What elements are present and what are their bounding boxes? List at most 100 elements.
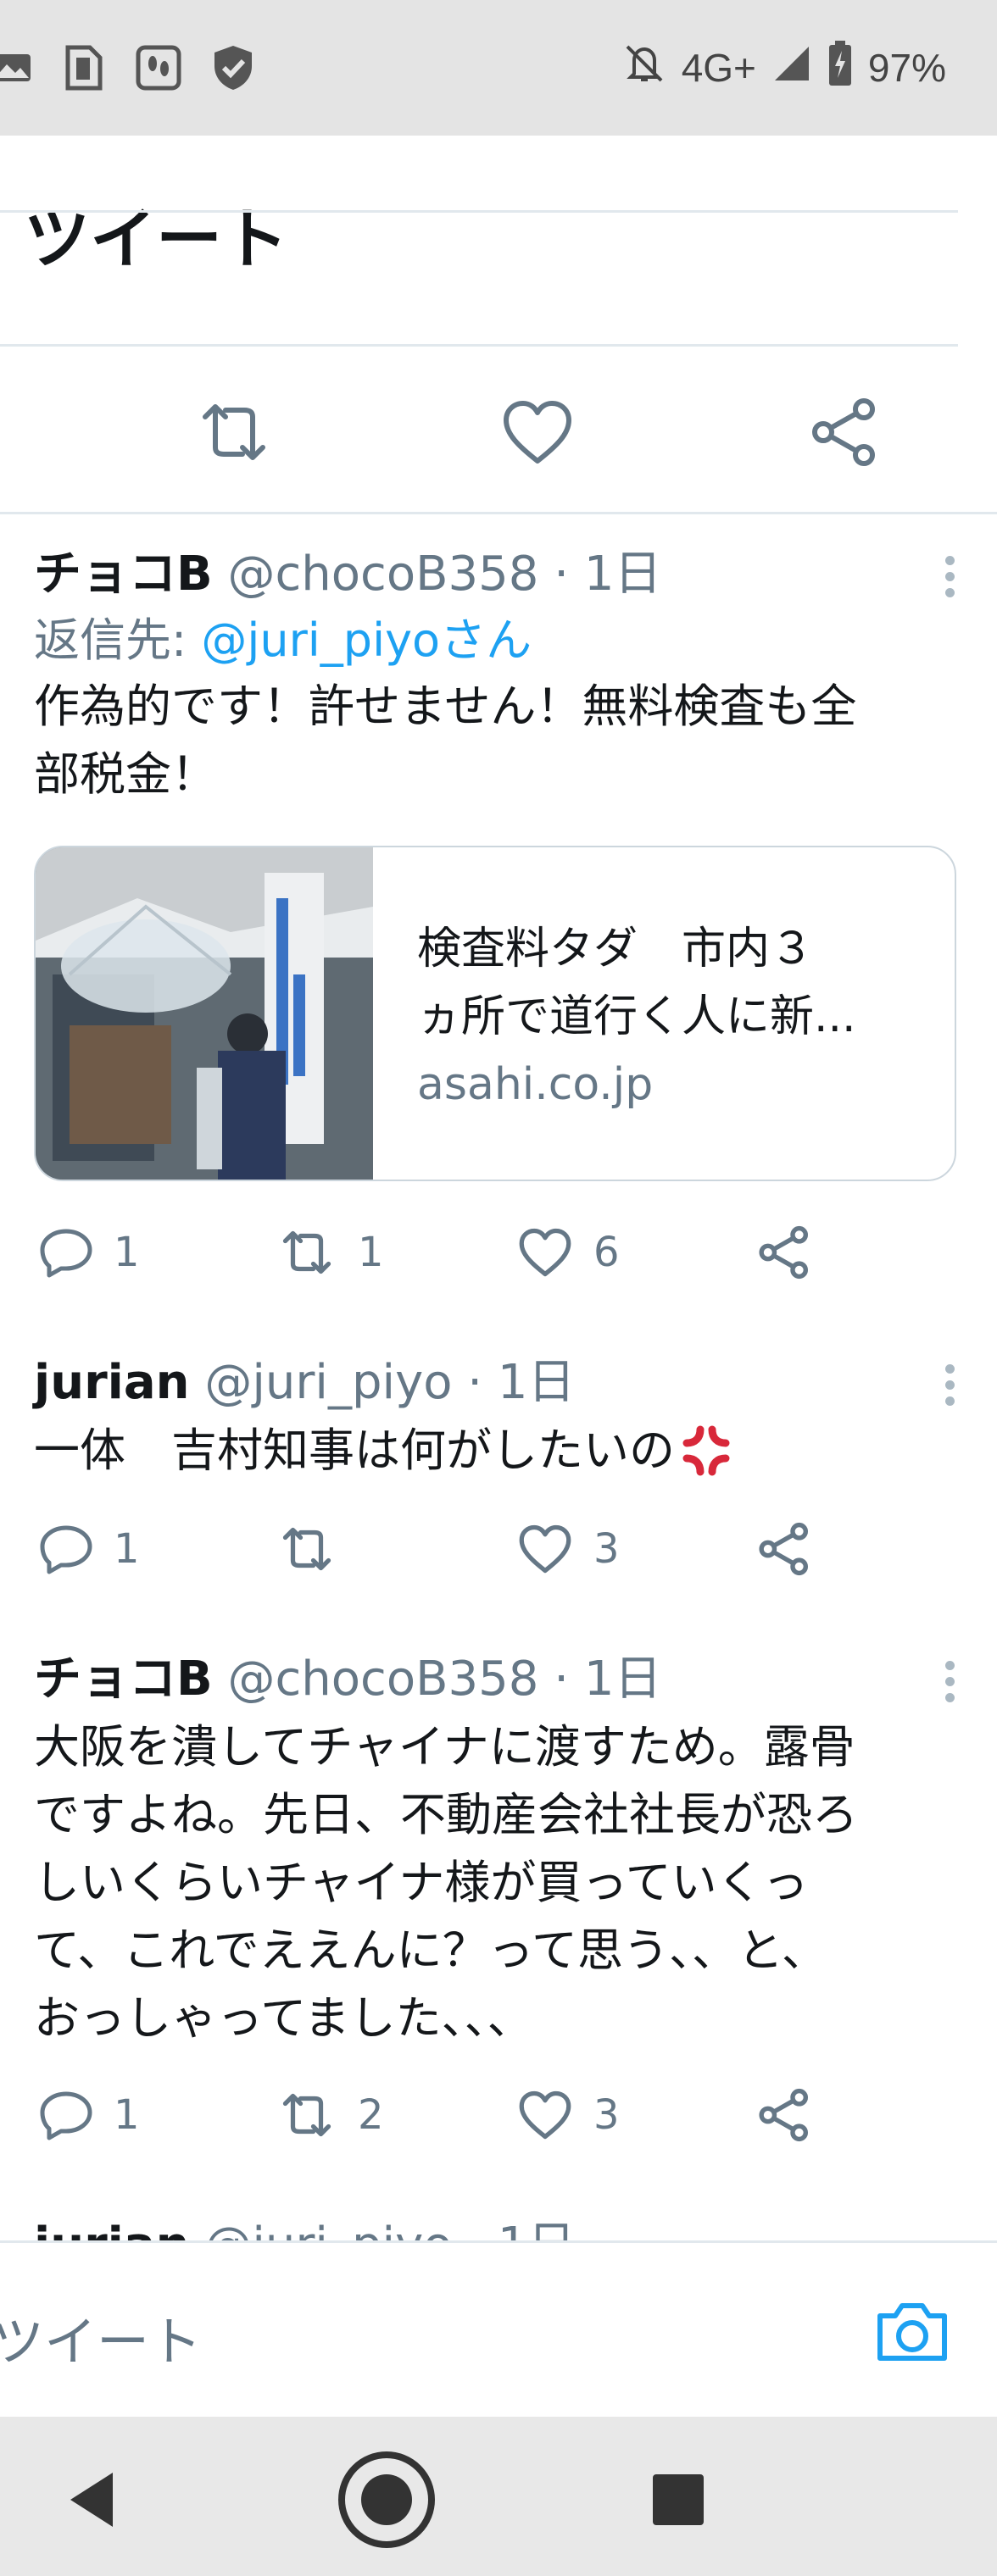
like-button[interactable]: 3 [517, 2081, 620, 2149]
tweet-text-line: 一体 吉村知事は何がしたいの [34, 1424, 675, 1477]
battery-icon [827, 40, 853, 96]
author-name[interactable]: チョコB [34, 1652, 213, 1707]
reply-tweet[interactable]: チョコB @chocoB358 · 1日 返信先: @juri_piyoさん 作… [34, 541, 966, 808]
tweet-header: jurian @juri_piyo · 1日 [34, 2212, 966, 2240]
status-bar: 4G+ 97% [0, 0, 997, 136]
reply-icon [40, 1525, 92, 1574]
like-button[interactable]: 6 [517, 1219, 620, 1286]
reply-tweet[interactable]: jurian @juri_piyo · 1日 一体 吉村知事は何がしたいの [34, 1349, 966, 1485]
separator-dot: · [554, 547, 570, 602]
home-icon [338, 2451, 435, 2548]
share-button[interactable] [756, 1219, 812, 1286]
tweet-text-line: 作為的です！許せません！無料検査も全 [34, 680, 857, 733]
reply-tweet[interactable]: チョコB @chocoB358 · 1日 大阪を潰してチャイナに渡すため。露骨 … [34, 1646, 966, 2052]
separator-dot: · [467, 2218, 482, 2240]
sim-icon [59, 43, 109, 92]
like-button[interactable]: 3 [517, 1515, 620, 1583]
recents-button[interactable] [627, 2449, 729, 2551]
tweet-menu-button[interactable] [933, 1359, 966, 1410]
reply-icon [40, 1229, 92, 1278]
author-handle[interactable]: @chocoB358 [228, 1652, 539, 1707]
tweet-menu-button[interactable] [933, 1656, 966, 1707]
retweet-count: 2 [358, 2091, 384, 2139]
compose-placeholder[interactable]: ツイート [0, 2299, 202, 2375]
retweet-icon [203, 404, 265, 460]
reply-prefix: 返信先: [34, 613, 202, 667]
reply-tweet[interactable]: jurian @juri_piyo · 1日 [34, 2212, 966, 2240]
image-icon [0, 43, 34, 92]
share-icon [812, 398, 875, 466]
retweet-count: 1 [358, 1229, 384, 1276]
mute-icon [622, 42, 666, 95]
tweet-header: チョコB @chocoB358 · 1日 [34, 1646, 966, 1713]
network-type: 4G+ [681, 46, 756, 90]
reply-icon [40, 2091, 92, 2140]
signal-icon [771, 43, 812, 93]
reply-to-link[interactable]: @juri_piyoさん [201, 613, 532, 667]
share-icon [759, 2088, 809, 2142]
separator-dot: · [554, 1652, 570, 1707]
tweet-time: 1日 [583, 547, 662, 602]
like-count: 6 [593, 1229, 620, 1276]
author-name[interactable]: jurian [34, 2218, 190, 2240]
reply-count: 1 [114, 1525, 140, 1573]
system-nav-bar [0, 2417, 997, 2576]
tweet-time: 1日 [497, 1355, 576, 1410]
retweet-button[interactable] [276, 1515, 358, 1583]
retweet-icon [282, 2093, 331, 2137]
like-button[interactable] [497, 391, 578, 473]
share-button[interactable] [756, 1515, 812, 1583]
tweet-text-line: ですよね。先日、不動産会社社長が恐ろ [34, 1788, 858, 1841]
share-button[interactable] [804, 391, 885, 473]
separator-dot: · [467, 1355, 483, 1410]
home-button[interactable] [336, 2449, 437, 2551]
shield-icon [209, 43, 258, 92]
link-card[interactable]: 検査料タダ 市内３ ヵ所で道行く人に新... asahi.co.jp [34, 846, 956, 1181]
divider [0, 512, 997, 514]
tweet-header: jurian @juri_piyo · 1日 [34, 1349, 966, 1417]
author-name[interactable]: チョコB [34, 547, 213, 602]
share-button[interactable] [756, 2081, 812, 2149]
reply-count: 1 [114, 2091, 140, 2139]
tweet-header: チョコB @chocoB358 · 1日 [34, 541, 966, 608]
share-icon [759, 1225, 809, 1280]
main-tweet-actions [0, 347, 997, 514]
tweet-actions: 1 3 [34, 1515, 966, 1583]
header: ツイート [0, 136, 997, 347]
tweet-text-line: おっしゃってました、、、 [34, 1991, 533, 2045]
tweet-text-line: しいくらいチャイナ様が買っていくっ [34, 1856, 809, 1909]
tweet-text-line: 部税金！ [34, 747, 217, 801]
card-title: 検査料タダ 市内３ ヵ所で道行く人に新... [417, 915, 926, 1051]
reply-button[interactable]: 1 [39, 1219, 140, 1286]
tweet-time: 1日 [583, 1652, 662, 1707]
retweet-button[interactable]: 1 [276, 1219, 384, 1286]
divider [0, 344, 958, 347]
author-handle[interactable]: @chocoB358 [228, 547, 539, 602]
heart-icon [504, 401, 571, 464]
camera-button[interactable] [872, 2290, 953, 2372]
card-thumbnail [36, 847, 373, 1180]
retweet-icon [282, 1230, 331, 1274]
tweet-menu-button[interactable] [933, 551, 966, 602]
status-right: 4G+ 97% [622, 40, 946, 96]
page-title: ツイート [24, 202, 289, 278]
heart-icon [519, 2090, 571, 2140]
reply-context: 返信先: @juri_piyoさん [34, 608, 966, 673]
reply-button[interactable]: 1 [39, 1515, 140, 1583]
author-handle[interactable]: @juri_piyo [204, 1355, 452, 1410]
card-title-line: 検査料タダ 市内３ [417, 924, 815, 974]
back-button[interactable] [41, 2449, 142, 2551]
tweet-actions: 1 2 3 [34, 2081, 966, 2149]
reply-compose-bar[interactable]: ツイート [0, 2240, 997, 2417]
author-name[interactable]: jurian [34, 1355, 190, 1410]
author-handle[interactable]: @juri_piyo [204, 2218, 452, 2240]
fitness-icon [134, 43, 183, 92]
heart-icon [519, 1228, 571, 1277]
reply-count: 1 [114, 1229, 140, 1276]
tweet-text-line: 大阪を潰してチャイナに渡すため。露骨 [34, 1720, 855, 1774]
retweet-button[interactable] [193, 391, 275, 473]
battery-level: 97% [867, 46, 946, 90]
card-title-line: ヵ所で道行く人に新... [417, 991, 856, 1042]
reply-button[interactable]: 1 [39, 2081, 140, 2149]
retweet-button[interactable]: 2 [276, 2081, 384, 2149]
